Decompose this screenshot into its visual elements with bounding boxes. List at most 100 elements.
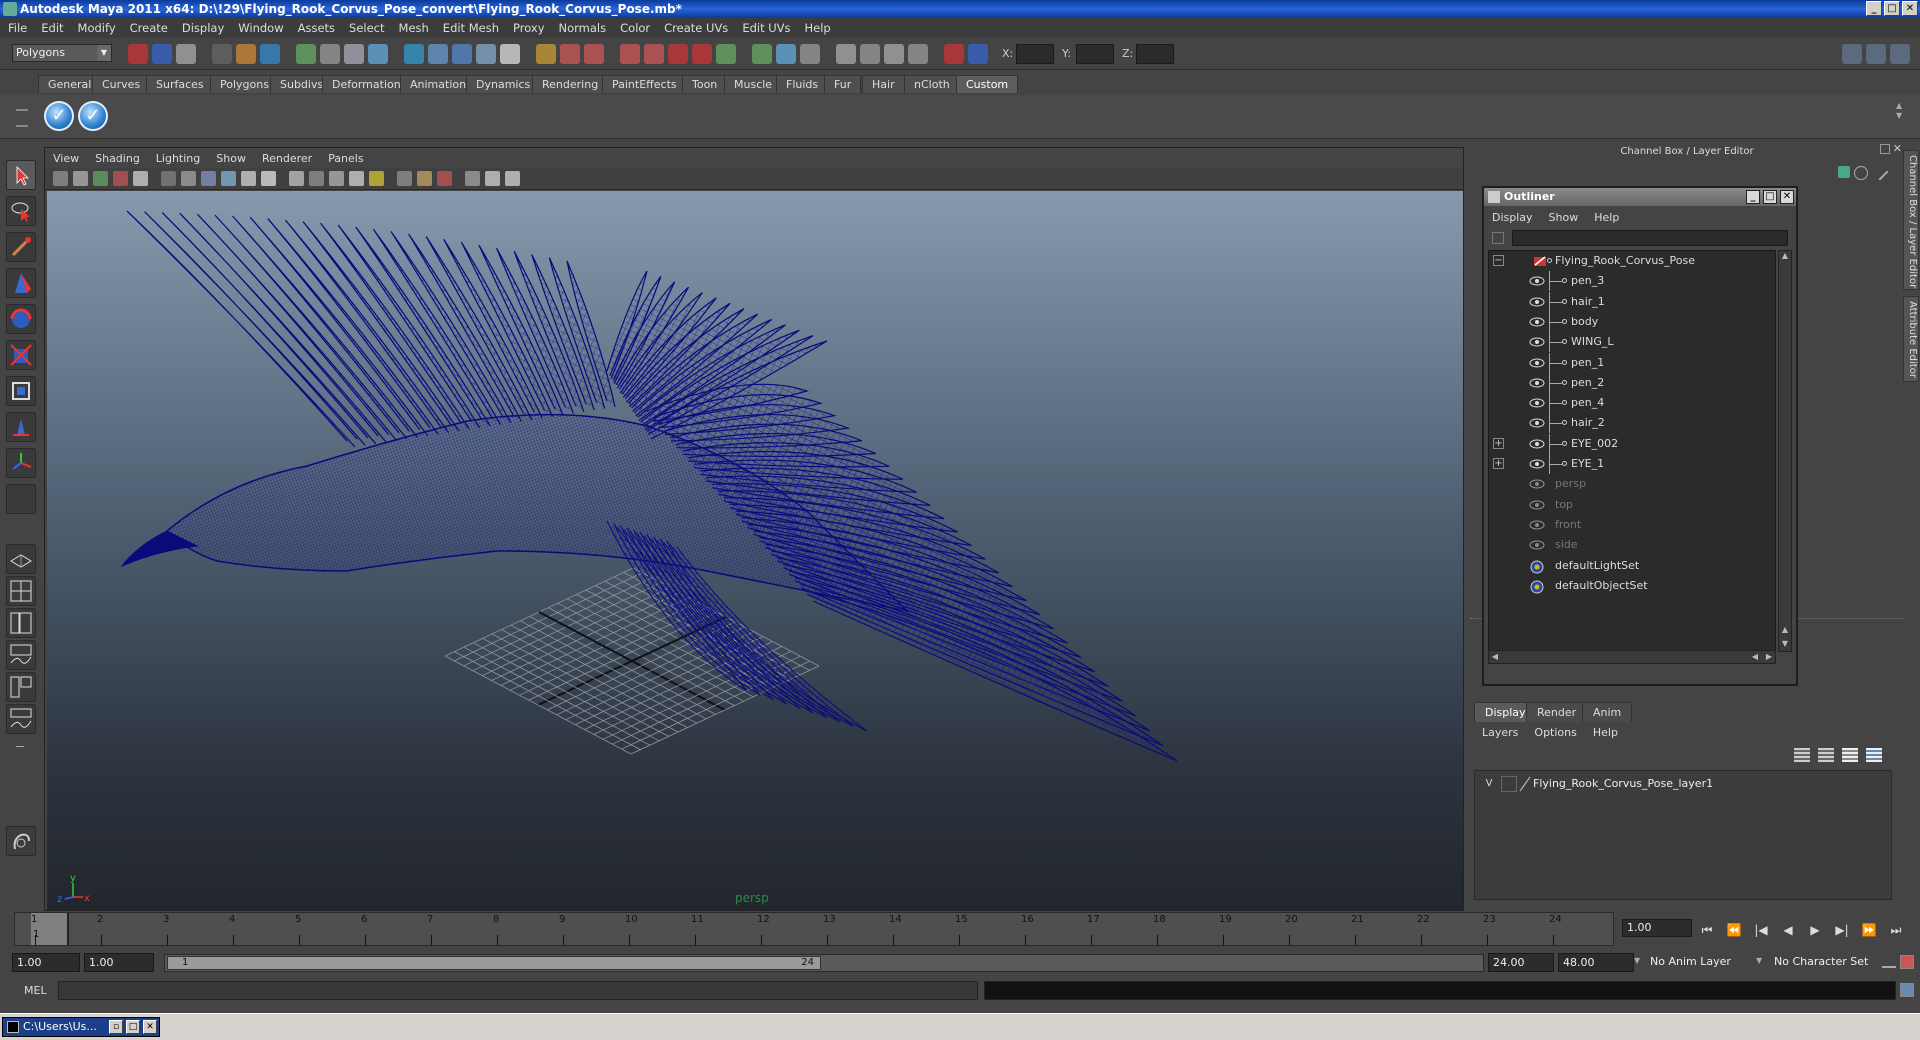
xray-joints-icon[interactable]	[485, 171, 500, 186]
film-gate-icon[interactable]	[161, 171, 176, 186]
play-forwards-icon[interactable]: ▶	[1804, 920, 1826, 940]
outliner-item[interactable]: + EYE_002	[1489, 433, 1775, 454]
float-panel-icon[interactable]	[1880, 144, 1890, 154]
select-by-hierarchy-icon[interactable]	[620, 44, 640, 64]
select-tool-icon[interactable]	[6, 160, 36, 190]
expand-icon[interactable]: +	[1493, 437, 1504, 449]
select-by-component-icon[interactable]	[260, 44, 280, 64]
check-icon[interactable]: ✓	[78, 101, 108, 131]
tab-custom[interactable]: Custom	[956, 75, 1019, 93]
outliner-item[interactable]: hair_2	[1489, 413, 1775, 434]
select-by-hierarchy-icon[interactable]	[212, 44, 232, 64]
chevron-down-icon[interactable]: ▼	[1634, 956, 1640, 965]
render-settings-icon[interactable]	[884, 44, 904, 64]
play-backwards-icon[interactable]: ◀	[1777, 920, 1799, 940]
outliner-item[interactable]: pen_4	[1489, 393, 1775, 414]
use-lights-icon[interactable]	[369, 171, 384, 186]
open-scene-icon[interactable]	[968, 44, 988, 64]
new-layer-icon[interactable]	[1842, 748, 1858, 762]
hypershade-icon[interactable]	[908, 44, 928, 64]
layout-menu-icon[interactable]	[6, 738, 36, 756]
check-icon[interactable]: ✓	[44, 101, 74, 131]
xray-components-icon[interactable]	[505, 171, 520, 186]
auto-key-icon[interactable]	[1882, 956, 1896, 968]
scroll-up-icon[interactable]: ▲	[1779, 251, 1791, 263]
anim-layer-selector[interactable]: No Anim Layer	[1646, 953, 1764, 972]
step-back-key-icon[interactable]: ⏪	[1723, 920, 1745, 940]
script-editor-icon[interactable]	[1900, 983, 1914, 997]
viewport-menu-view[interactable]: View	[53, 152, 79, 165]
scroll-left-icon[interactable]: ◀	[1749, 651, 1761, 663]
outliner-maximize-button[interactable]: □	[1763, 190, 1777, 204]
z-coord-field[interactable]	[1136, 44, 1174, 64]
last-used-tool-icon[interactable]	[6, 484, 36, 514]
menu-help[interactable]: Help	[805, 21, 831, 35]
menu-normals[interactable]: Normals	[559, 21, 607, 35]
chevron-down-icon[interactable]: ▼	[1756, 956, 1762, 965]
viewport-menu-show[interactable]: Show	[216, 152, 246, 165]
step-forward-key-icon[interactable]: ⏩	[1858, 920, 1880, 940]
layer-menu-layers[interactable]: Layers	[1482, 726, 1518, 739]
ipr-icon[interactable]	[860, 44, 880, 64]
tab-surfaces[interactable]: Surfaces	[146, 75, 214, 93]
shadows-icon[interactable]	[397, 171, 412, 186]
resolution-gate-icon[interactable]	[181, 171, 196, 186]
character-set-selector[interactable]: No Character Set	[1770, 953, 1880, 972]
outliner-item[interactable]: body	[1489, 311, 1775, 332]
snap-grid-icon[interactable]	[296, 44, 316, 64]
animation-end-field[interactable]: 48.00	[1558, 953, 1634, 972]
menu-proxy[interactable]: Proxy	[513, 21, 545, 35]
task-close-button[interactable]: ✕	[143, 1020, 157, 1034]
mel-label[interactable]: MEL	[24, 984, 47, 997]
snap-point-icon[interactable]	[344, 44, 364, 64]
menu-edit-uvs[interactable]: Edit UVs	[742, 21, 790, 35]
task-maximize-button[interactable]: □	[126, 1020, 140, 1034]
layer-menu-options[interactable]: Options	[1534, 726, 1576, 739]
outliner-item[interactable]: defaultLightSet	[1489, 556, 1775, 576]
range-slider[interactable]: 1 24	[164, 954, 1484, 972]
outliner-minimize-button[interactable]: _	[1746, 190, 1760, 204]
menu-display[interactable]: Display	[182, 21, 224, 35]
outliner-item[interactable]: − Flying_Rook_Corvus_Pose	[1489, 251, 1775, 271]
smooth-shade-icon[interactable]	[309, 171, 324, 186]
outliner-titlebar[interactable]: Outliner _ □ ✕	[1484, 188, 1796, 206]
layer-type-toggle[interactable]	[1501, 776, 1517, 792]
render-settings-icon[interactable]	[476, 44, 496, 64]
pen-icon[interactable]	[1871, 163, 1889, 181]
new-scene-icon[interactable]	[536, 44, 556, 64]
y-coord-field[interactable]	[1076, 44, 1114, 64]
ipr-icon[interactable]	[452, 44, 472, 64]
tab-channel-box[interactable]: Channel Box / Layer Editor	[1903, 150, 1919, 290]
tab-fluids[interactable]: Fluids	[776, 75, 829, 93]
move-tool-icon[interactable]	[6, 268, 36, 298]
tab-muscle[interactable]: Muscle	[724, 75, 783, 93]
single-perspective-layout-icon[interactable]	[6, 544, 36, 574]
select-camera-icon[interactable]	[53, 171, 68, 186]
high-quality-icon[interactable]	[417, 171, 432, 186]
outliner-item[interactable]: hair_1	[1489, 291, 1775, 312]
minimize-button[interactable]: _	[1866, 1, 1882, 16]
menu-select[interactable]: Select	[349, 21, 384, 35]
outliner-menu-help[interactable]: Help	[1594, 211, 1619, 224]
scroll-right-icon[interactable]: ▶	[1763, 651, 1775, 663]
task-restore-button[interactable]: ▫	[109, 1020, 123, 1034]
layer-row[interactable]: V Flying_Rook_Corvus_Pose_layer1	[1477, 775, 1887, 793]
tab-rendering[interactable]: Rendering	[532, 75, 609, 93]
shelf-menu-icon[interactable]	[16, 109, 28, 127]
tab-hair[interactable]: Hair	[862, 75, 905, 93]
menu-color[interactable]: Color	[620, 21, 650, 35]
viewport-menu-shading[interactable]: Shading	[95, 152, 140, 165]
layer-menu-help[interactable]: Help	[1593, 726, 1618, 739]
outliner-item[interactable]: pen_1	[1489, 352, 1775, 373]
save-scene-icon[interactable]	[176, 44, 196, 64]
outliner-close-button[interactable]: ✕	[1780, 190, 1794, 204]
tab-animation[interactable]: Animation	[400, 75, 477, 93]
snap-grid-icon[interactable]	[692, 44, 712, 64]
maximize-button[interactable]: □	[1884, 1, 1900, 16]
lock-icon[interactable]	[1854, 166, 1868, 180]
tab-fur[interactable]: Fur	[824, 75, 862, 93]
layer-stack-icon[interactable]	[1794, 748, 1810, 762]
channel-icon[interactable]	[1838, 166, 1850, 178]
menu-assets[interactable]: Assets	[298, 21, 335, 35]
hypershade-icon[interactable]	[500, 44, 520, 64]
